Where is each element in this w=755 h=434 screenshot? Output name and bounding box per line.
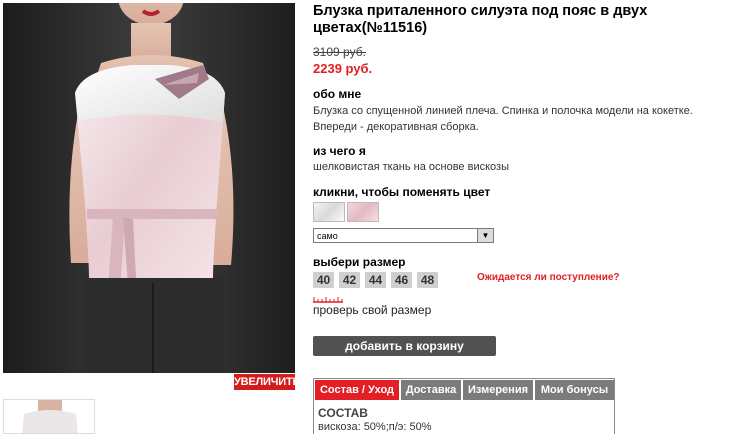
zoom-button[interactable]: УВЕЛИЧИТЬ <box>234 374 300 390</box>
info-tabs: Состав / Уход Доставка Измерения Мои бон… <box>313 378 615 434</box>
tab-delivery[interactable]: Доставка <box>401 380 461 400</box>
size-option-44[interactable]: 44 <box>365 272 386 288</box>
color-heading: кликни, чтобы поменять цвет <box>313 185 491 199</box>
product-title: Блузка приталенного силуэта под пояс в д… <box>313 3 648 36</box>
awaiting-stock-link[interactable]: Ожидается ли поступление? <box>477 272 620 283</box>
product-photo-image <box>3 3 295 373</box>
about-heading: обо мне <box>313 87 362 101</box>
size-option-46[interactable]: 46 <box>391 272 412 288</box>
color-swatch-pink[interactable] <box>347 202 379 222</box>
tab-bonuses[interactable]: Мои бонусы <box>535 380 614 400</box>
product-photo[interactable] <box>3 3 295 373</box>
about-text: Блузка со спущенной линией плеча. Спинка… <box>313 105 693 133</box>
composition-text: вискоза: 50%;п/э: 50% <box>318 421 432 433</box>
size-option-42[interactable]: 42 <box>339 272 360 288</box>
size-heading: выбери размер <box>313 255 406 269</box>
thumbnail-image <box>4 400 94 433</box>
material-text: шелковистая ткань на основе вискозы <box>313 161 509 173</box>
color-swatch-white[interactable] <box>313 202 345 222</box>
old-price: 3109 руб. <box>313 45 366 59</box>
tab-composition-care[interactable]: Состав / Уход <box>315 380 399 400</box>
tab-measurements[interactable]: Измерения <box>463 380 533 400</box>
size-option-40[interactable]: 40 <box>313 272 334 288</box>
color-select-value: само <box>317 231 338 241</box>
size-option-48[interactable]: 48 <box>417 272 438 288</box>
check-size-link[interactable]: проверь свой размер <box>313 303 431 317</box>
product-thumbnail[interactable] <box>3 399 95 434</box>
chevron-down-icon[interactable]: ▼ <box>477 229 493 242</box>
material-heading: из чего я <box>313 144 366 158</box>
add-to-cart-button[interactable]: добавить в корзину <box>313 336 496 356</box>
color-select[interactable]: само ▼ <box>313 228 494 243</box>
composition-heading: СОСТАВ <box>318 406 368 420</box>
new-price: 2239 руб. <box>313 61 373 76</box>
